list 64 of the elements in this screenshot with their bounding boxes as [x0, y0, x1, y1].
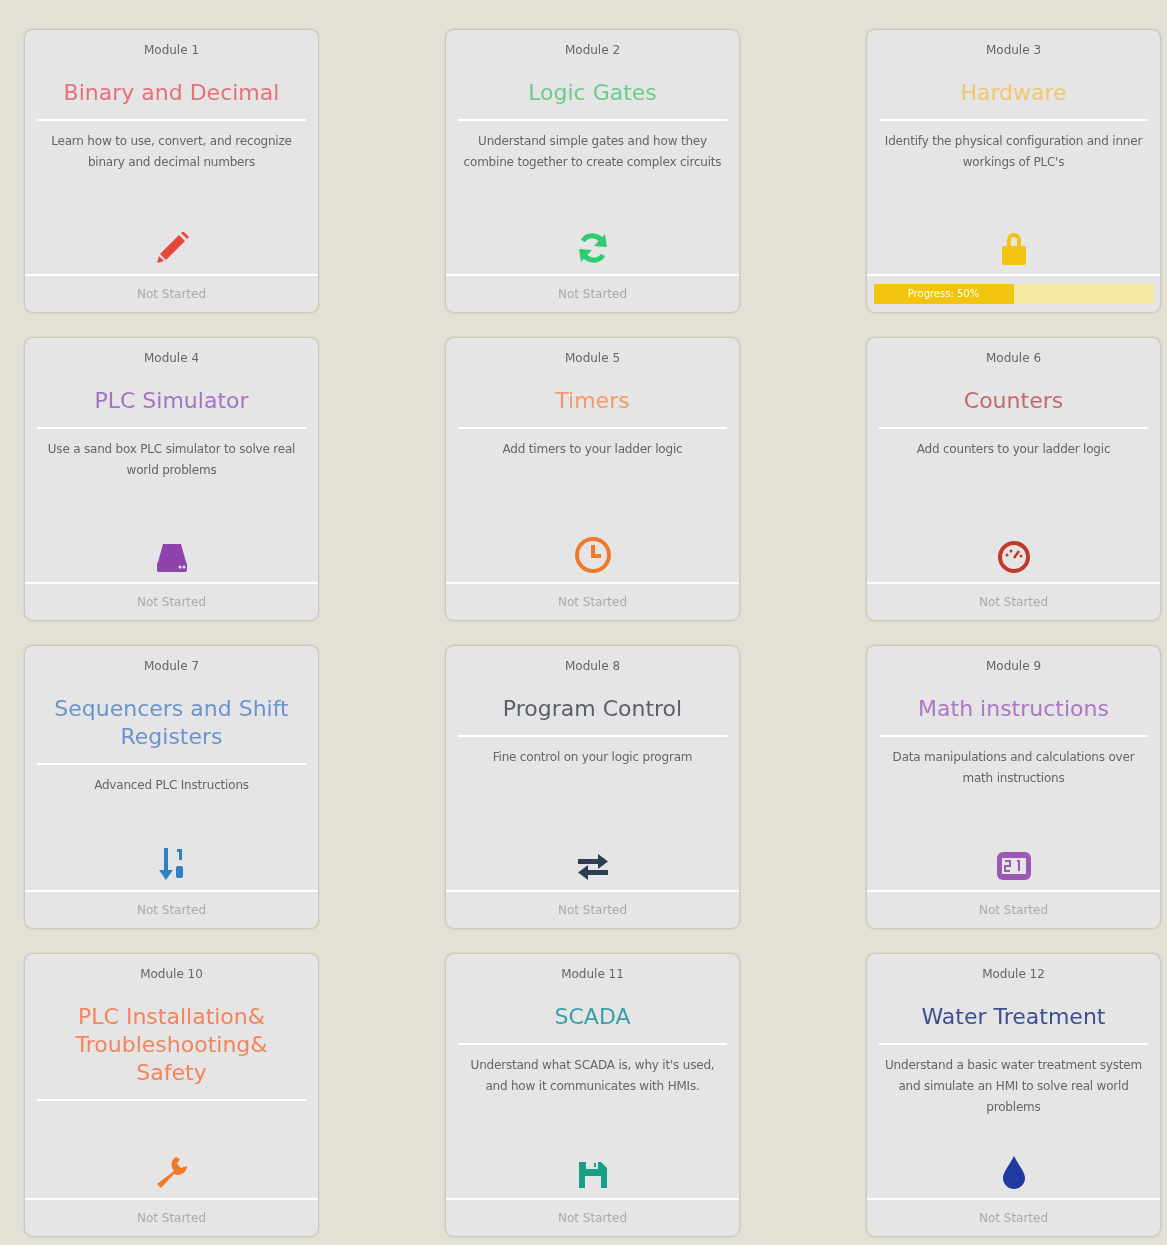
module-number: Module 5 — [564, 351, 621, 365]
module-description: Add counters to your ladder logic — [915, 441, 1112, 458]
module-title: Program Control — [502, 695, 683, 723]
module-title: PLC Installation& Troubleshooting& Safety — [74, 1003, 269, 1087]
module-title: SCADA — [554, 1003, 631, 1031]
module-description: Identify the physical configuration and inner workings of PLC's — [883, 133, 1144, 171]
module-card[interactable]: Module 12 Water Treatment Understand a basic water treatment system and simulate an HMI to solve real world problems Not Started — [867, 954, 1160, 1236]
module-title: Sequencers and Shift Registers — [53, 695, 290, 751]
status-text: Not Started — [136, 1211, 207, 1225]
status-text: Not Started — [557, 595, 628, 609]
module-number: Module 9 — [985, 659, 1042, 673]
swap-arrows-icon — [575, 852, 610, 882]
status-text: Not Started — [557, 287, 628, 301]
status-text: Not Started — [557, 1211, 628, 1225]
module-number: Module 7 — [143, 659, 200, 673]
module-number: Module 1 — [143, 43, 200, 57]
module-number: Module 2 — [564, 43, 621, 57]
status-text: Not Started — [136, 903, 207, 917]
module-title: Hardware — [960, 79, 1067, 107]
module-description: Advanced PLC Instructions — [93, 777, 250, 794]
module-card[interactable]: Module 5 Timers Add timers to your ladder logic Not Started — [446, 338, 739, 620]
module-title: Counters — [963, 387, 1064, 415]
gauge-icon — [996, 540, 1031, 574]
module-title: Water Treatment — [921, 1003, 1106, 1031]
module-card[interactable]: Module 2 Logic Gates Understand simple gates and how they combine together to create complex circuits Not Started — [446, 30, 739, 312]
status-text: Not Started — [978, 595, 1049, 609]
module-card[interactable]: Module 4 PLC Simulator Use a sand box PLC simulator to solve real world problems Not Started — [25, 338, 318, 620]
status-text: Not Started — [978, 903, 1049, 917]
module-description: Understand simple gates and how they combine together to create complex circuits — [462, 133, 723, 171]
module-card[interactable]: Module 10 PLC Installation& Troubleshooting& Safety Not Started — [25, 954, 318, 1236]
module-card[interactable]: Module 7 Sequencers and Shift Registers Advanced PLC Instructions Not Started — [25, 646, 318, 928]
module-title: Math instructions — [918, 695, 1109, 723]
module-number: Module 8 — [564, 659, 621, 673]
module-number: Module 4 — [143, 351, 200, 365]
module-description: Understand what SCADA is, why it's used, and how it communicates with HMIs. — [469, 1057, 716, 1095]
module-number: Module 6 — [985, 351, 1042, 365]
module-title: PLC Simulator — [94, 387, 249, 415]
hard-drive-icon — [154, 542, 189, 574]
status-text: Not Started — [557, 903, 628, 917]
module-description: Use a sand box PLC simulator to solve real world problems — [46, 441, 297, 479]
module-description: Add timers to your ladder logic — [501, 441, 684, 458]
module-card[interactable]: Module 11 SCADA Understand what SCADA is, why it's used, and how it communicates with HMIs. Not Started — [446, 954, 739, 1236]
module-description: Data manipulations and calculations over math instructions — [891, 749, 1136, 787]
progress-label: Progress: 50% — [906, 287, 981, 301]
status-text: Not Started — [136, 595, 207, 609]
module-description: Learn how to use, convert, and recognize binary and decimal numbers — [50, 133, 293, 171]
module-number: Module 10 — [140, 967, 203, 981]
module-number: Module 11 — [561, 967, 624, 981]
module-card[interactable]: Module 8 Program Control Fine control on your logic program Not Started — [446, 646, 739, 928]
status-text: Not Started — [136, 287, 207, 301]
clock-icon — [573, 536, 612, 574]
module-title: Logic Gates — [528, 79, 657, 107]
module-description: Understand a basic water treatment system and simulate an HMI to solve real world problems — [884, 1057, 1143, 1116]
module-number: Module 12 — [982, 967, 1045, 981]
module-card[interactable]: Module 9 Math instructions Data manipulations and calculations over math instructions Not Started — [867, 646, 1160, 928]
module-title: Binary and Decimal — [63, 79, 280, 107]
module-description: Fine control on your logic program — [491, 749, 694, 766]
module-number: Module 3 — [985, 43, 1042, 57]
status-text: Not Started — [978, 1211, 1049, 1225]
module-card[interactable]: Module 6 Counters Add counters to your ladder logic Not Started — [867, 338, 1160, 620]
module-card[interactable]: Module 3 Hardware Identify the physical configuration and inner workings of PLC's Progress: 50% — [867, 30, 1160, 312]
module-card[interactable]: Module 1 Binary and Decimal Learn how to use, convert, and recognize binary and decimal numbers Not Started — [25, 30, 318, 312]
module-title: Timers — [555, 387, 630, 415]
droplet-icon — [1000, 1154, 1027, 1190]
